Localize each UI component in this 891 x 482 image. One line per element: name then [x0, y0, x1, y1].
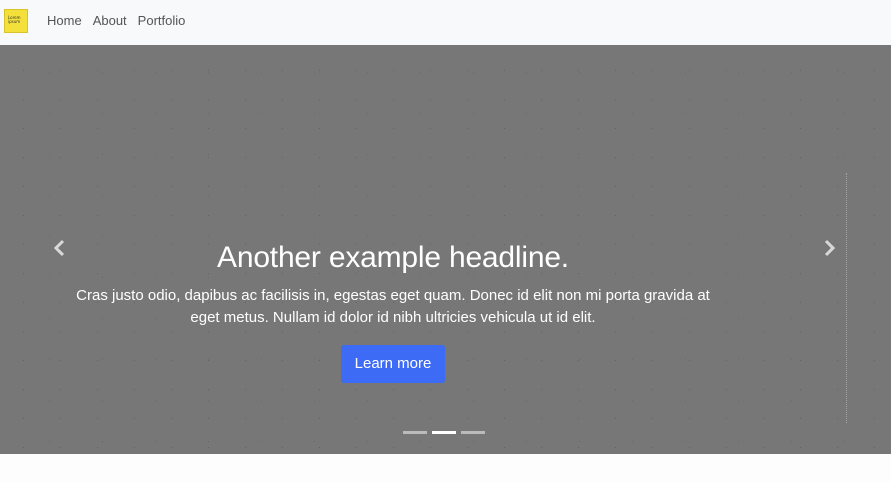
- carousel-indicator-3[interactable]: [461, 431, 485, 434]
- learn-more-button[interactable]: Learn more: [340, 345, 446, 383]
- carousel-text: Cras justo odio, dapibus ac facilisis in…: [76, 287, 710, 326]
- nav-links: Home About Portfolio: [47, 13, 196, 29]
- logo[interactable]: Lorem ipsum: [4, 9, 28, 33]
- carousel-indicators: [403, 431, 485, 434]
- hero-carousel: Another example headline. Cras justo odi…: [0, 45, 891, 454]
- nav-link-portfolio[interactable]: Portfolio: [138, 13, 186, 29]
- chevron-right-icon: [824, 239, 836, 257]
- carousel-headline: Another example headline.: [217, 241, 569, 274]
- carousel-indicator-1[interactable]: [403, 431, 427, 434]
- carousel-indicator-2[interactable]: [432, 431, 456, 434]
- nav-link-home[interactable]: Home: [47, 13, 82, 29]
- logo-text: Lorem ipsum: [8, 15, 21, 24]
- page-content-below: [0, 454, 891, 482]
- slide-edge-line: [846, 173, 847, 423]
- carousel-caption: Another example headline. Cras justo odi…: [0, 240, 786, 383]
- navbar: Lorem ipsum Home About Portfolio: [0, 0, 891, 45]
- carousel-next-button[interactable]: [819, 238, 839, 258]
- nav-link-about[interactable]: About: [93, 13, 127, 29]
